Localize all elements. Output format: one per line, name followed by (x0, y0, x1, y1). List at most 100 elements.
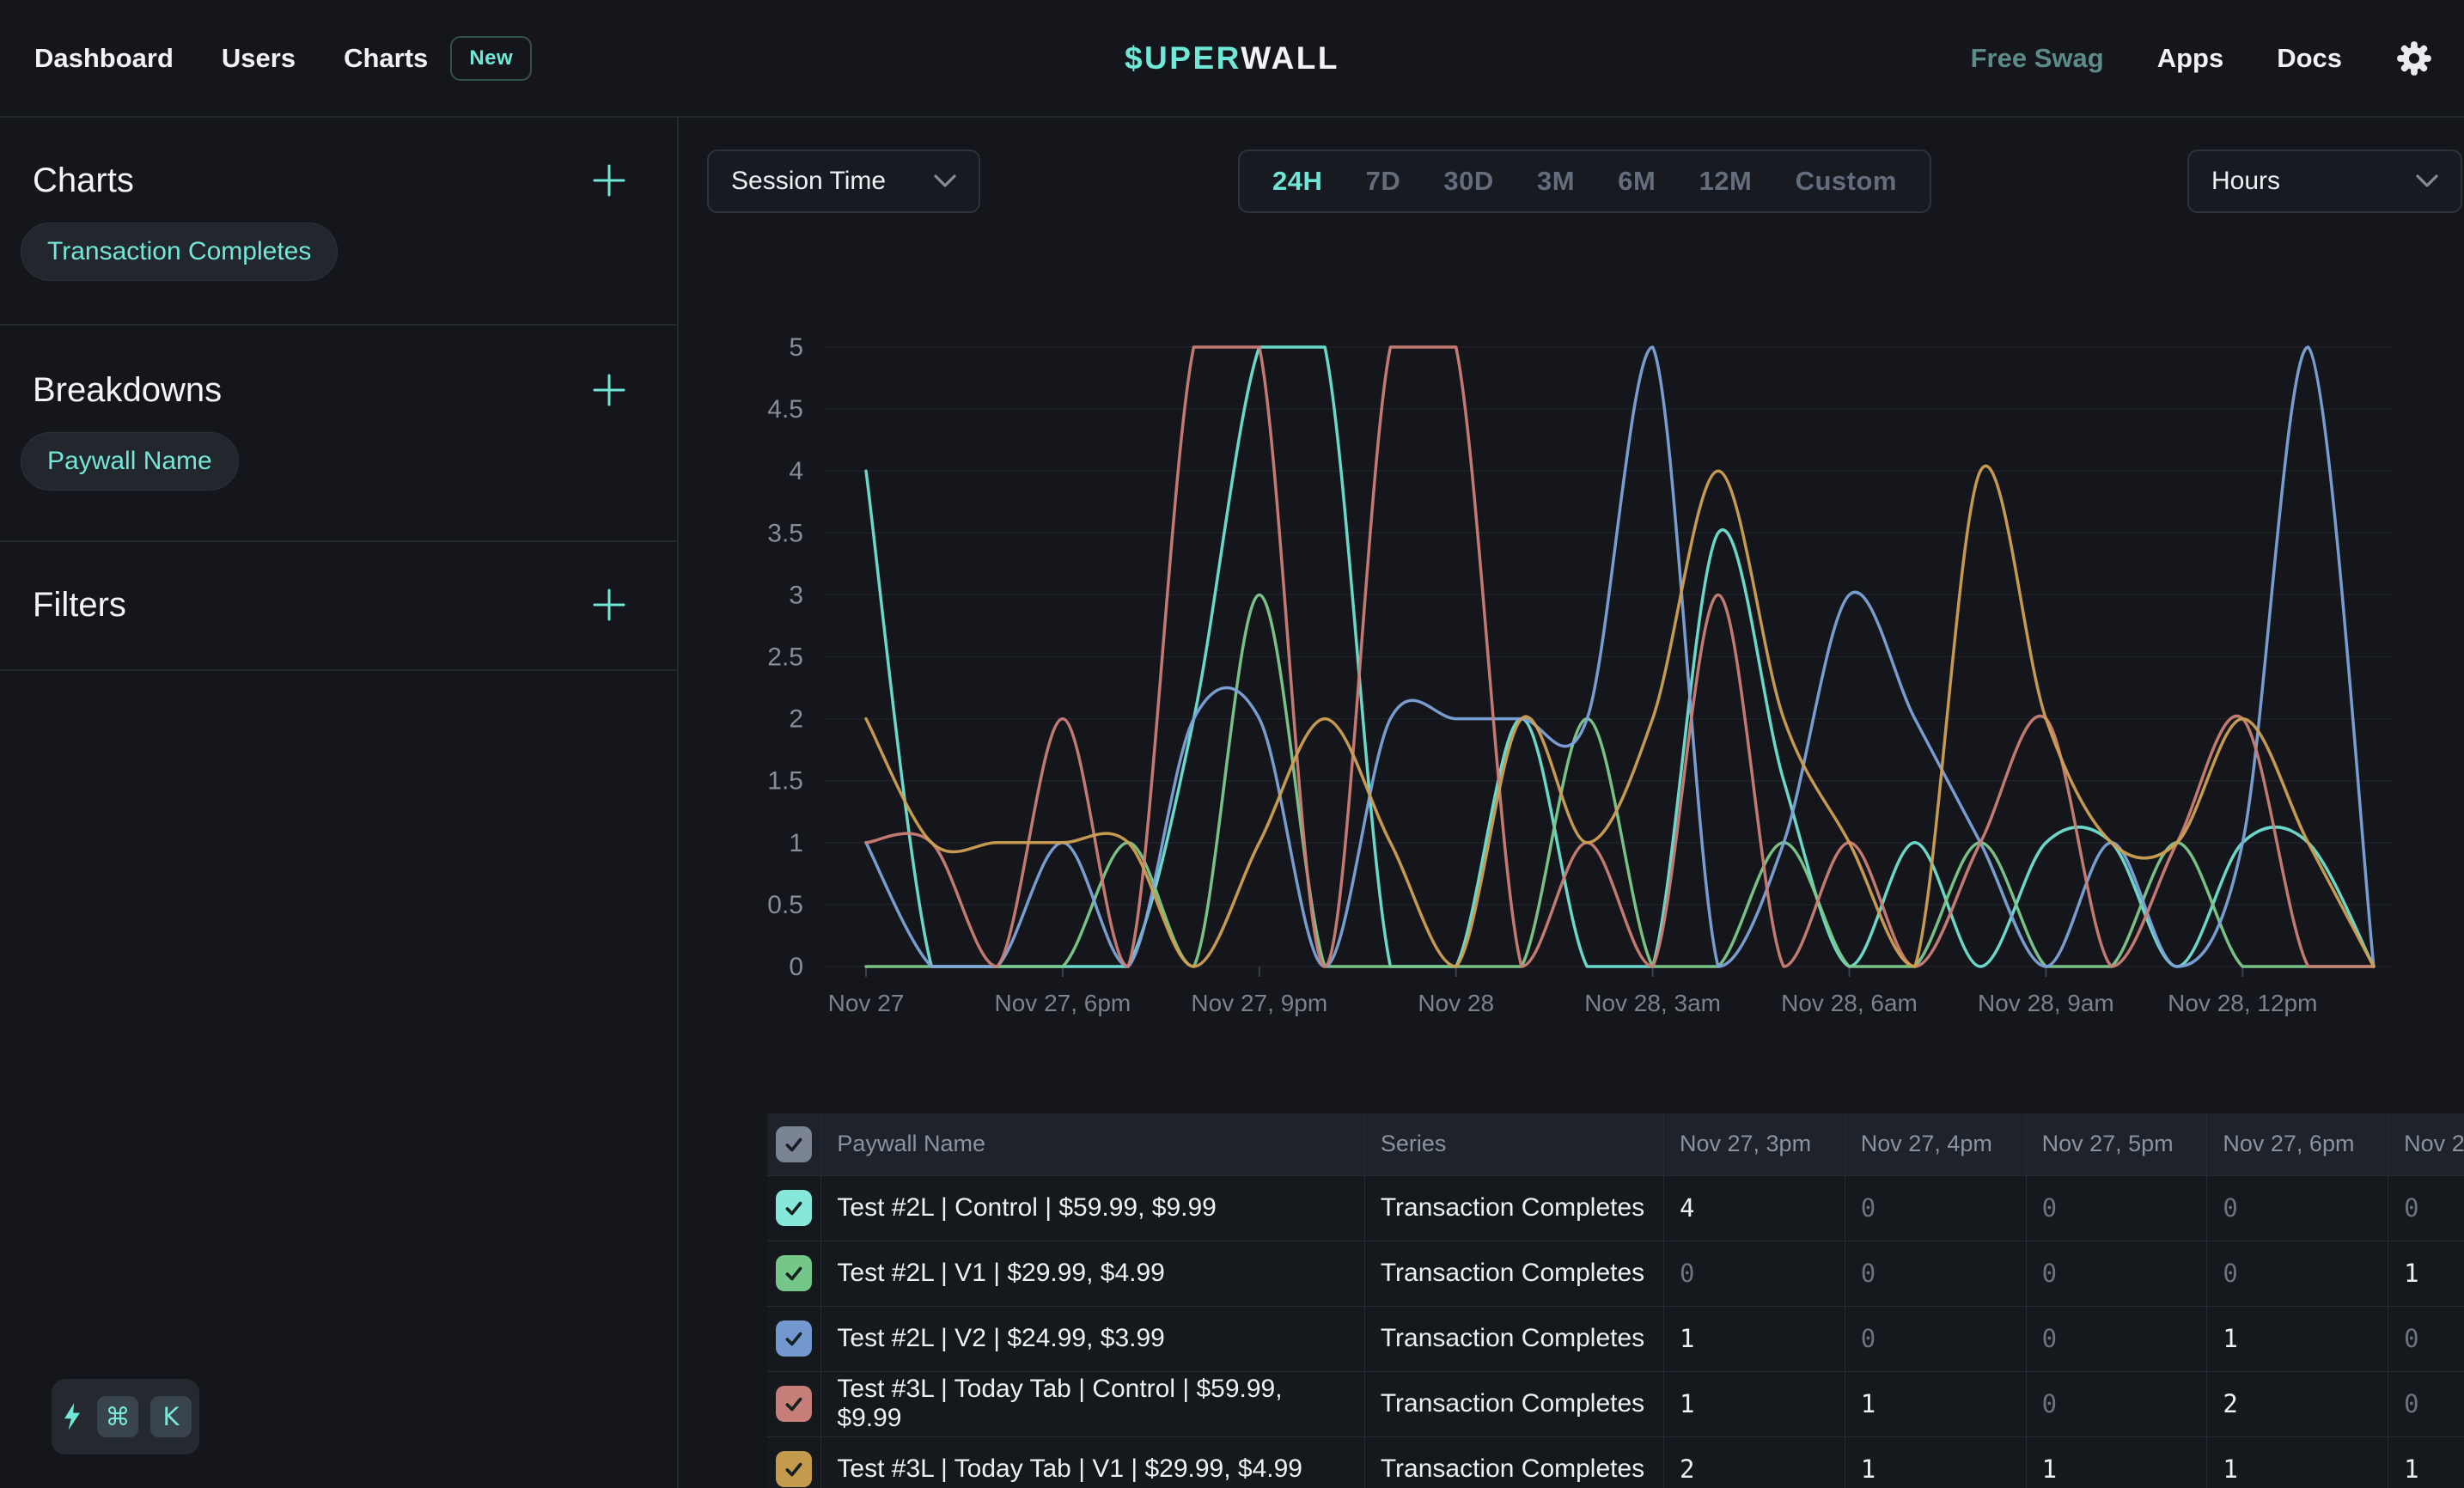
x-axis-label: Nov 28, 3am (1584, 990, 1721, 1016)
series-cell: Transaction Completes (1364, 1371, 1663, 1436)
column-header-time-4: Nov 27, 6pm (2207, 1113, 2388, 1175)
x-axis-label: Nov 27, 9pm (1191, 990, 1327, 1016)
add-breakdown-button[interactable] (589, 370, 629, 410)
table-row: Test #2L | V2 | $24.99, $3.99Transaction… (767, 1306, 2464, 1371)
value-cell: 1 (2223, 1324, 2237, 1353)
nav-item-dashboard[interactable]: Dashboard (34, 43, 174, 74)
nav-item-free-swag[interactable]: Free Swag (1971, 43, 2104, 74)
value-cell: 1 (1680, 1389, 1694, 1418)
paywall-name-cell: Test #2L | Control | $59.99, $9.99 (821, 1175, 1364, 1241)
y-axis-label: 3 (789, 581, 803, 609)
x-axis-label: Nov 28 (1418, 990, 1494, 1016)
value-cell: 0 (2042, 1389, 2057, 1418)
value-cell: 1 (2404, 1259, 2418, 1288)
y-axis-label: 0.5 (767, 891, 803, 919)
series-cell: Transaction Completes (1364, 1241, 1663, 1306)
y-axis-label: 2.5 (767, 643, 803, 672)
row-checkbox[interactable] (776, 1320, 812, 1357)
sidebar-section-breakdowns: Breakdowns Paywall Name (0, 324, 677, 540)
top-nav: Dashboard Users Charts New $UPERWALL Fre… (0, 0, 2464, 118)
y-axis-label: 4.5 (767, 395, 803, 424)
x-axis-label: Nov 28, 6am (1781, 990, 1918, 1016)
y-axis-label: 1 (789, 829, 803, 857)
range-tab-3m[interactable]: 3M (1537, 166, 1575, 197)
nav-charts-group: Charts New (344, 36, 532, 81)
value-cell: 0 (2404, 1389, 2418, 1418)
y-axis-label: 0 (789, 953, 803, 981)
value-cell: 0 (1861, 1259, 1875, 1288)
value-cell: 0 (2223, 1193, 2237, 1223)
charts-section-title: Charts (33, 162, 134, 200)
value-cell: 0 (2042, 1324, 2057, 1353)
line-chart[interactable]: 54.543.532.521.510.50Nov 27Nov 27, 6pmNo… (739, 335, 2423, 1040)
range-tab-6m[interactable]: 6M (1618, 166, 1656, 197)
row-checkbox[interactable] (776, 1386, 812, 1422)
range-tab-7d[interactable]: 7D (1366, 166, 1401, 197)
value-cell: 2 (1680, 1454, 1694, 1484)
y-axis-label: 2 (789, 705, 803, 734)
x-axis-label: Nov 27 (828, 990, 905, 1016)
chevron-down-icon (934, 174, 956, 188)
value-cell: 1 (1861, 1389, 1875, 1418)
value-cell: 0 (1861, 1324, 1875, 1353)
filters-section-title: Filters (33, 586, 126, 625)
superwall-logo[interactable]: $UPERWALL (1125, 40, 1339, 76)
value-cell: 0 (2223, 1259, 2237, 1288)
value-cell: 1 (1680, 1324, 1694, 1353)
breakdowns-section-title: Breakdowns (33, 371, 222, 410)
value-cell: 1 (2223, 1454, 2237, 1484)
range-tab-custom[interactable]: Custom (1796, 166, 1897, 197)
chevron-down-icon (2416, 174, 2438, 188)
command-palette-shortcut[interactable]: ⌘ K (52, 1379, 199, 1454)
unit-select-value: Hours (2211, 167, 2280, 196)
paywall-name-cell: Test #3L | Today Tab | Control | $59.99,… (821, 1371, 1364, 1436)
table-row: Test #2L | V1 | $29.99, $4.99Transaction… (767, 1241, 2464, 1306)
column-header-series: Series (1364, 1113, 1663, 1175)
row-checkbox[interactable] (776, 1255, 812, 1291)
range-tab-30d[interactable]: 30D (1443, 166, 1493, 197)
nav-item-users[interactable]: Users (222, 43, 296, 74)
x-axis-label: Nov 28, 12pm (2168, 990, 2317, 1016)
value-cell: 1 (2404, 1454, 2418, 1484)
row-checkbox[interactable] (776, 1190, 812, 1226)
add-chart-button[interactable] (589, 161, 629, 200)
value-cell: 1 (2042, 1454, 2057, 1484)
value-cell: 0 (1680, 1259, 1694, 1288)
column-header-time-3: Nov 27, 5pm (2026, 1113, 2207, 1175)
paywall-name-cell: Test #2L | V2 | $24.99, $3.99 (821, 1306, 1364, 1371)
unit-select[interactable]: Hours (2187, 149, 2462, 213)
breakdown-table: Paywall NameSeriesNov 27, 3pmNov 27, 4pm… (767, 1113, 2464, 1488)
nav-left-group: Dashboard Users Charts New (0, 36, 532, 81)
value-cell: 2 (2223, 1389, 2237, 1418)
row-checkbox[interactable] (776, 1451, 812, 1487)
range-tab-12m[interactable]: 12M (1699, 166, 1753, 197)
x-axis-label: Nov 28, 9am (1978, 990, 2114, 1016)
x-axis-label: Nov 27, 6pm (995, 990, 1131, 1016)
select-all-checkbox[interactable] (776, 1126, 812, 1162)
nav-item-docs[interactable]: Docs (2277, 43, 2342, 74)
value-cell: 0 (2404, 1193, 2418, 1223)
metric-select[interactable]: Session Time (707, 149, 980, 213)
table-row: Test #3L | Today Tab | Control | $59.99,… (767, 1371, 2464, 1436)
series-cell: Transaction Completes (1364, 1306, 1663, 1371)
nav-item-apps[interactable]: Apps (2157, 43, 2224, 74)
paywall-name-cell: Test #2L | V1 | $29.99, $4.99 (821, 1241, 1364, 1306)
y-axis-label: 3.5 (767, 519, 803, 547)
nav-right-group: Free Swag Apps Docs (1971, 40, 2464, 77)
table-row: Test #3L | Today Tab | V1 | $29.99, $4.9… (767, 1436, 2464, 1488)
value-cell: 4 (1680, 1193, 1694, 1223)
sidebar-section-filters: Filters (0, 540, 677, 671)
logo-accent-text: $UPER (1125, 40, 1241, 76)
nav-item-charts[interactable]: Charts (344, 43, 428, 74)
add-filter-button[interactable] (589, 585, 629, 625)
breakdown-pill-paywall-name[interactable]: Paywall Name (21, 432, 239, 491)
chart-pill-transaction-completes[interactable]: Transaction Completes (21, 223, 338, 281)
settings-gear-icon[interactable] (2395, 40, 2433, 77)
series-cell: Transaction Completes (1364, 1436, 1663, 1488)
k-key: K (150, 1396, 192, 1437)
sidebar-section-charts: Charts Transaction Completes (0, 118, 677, 324)
value-cell: 0 (2042, 1259, 2057, 1288)
sidebar: Charts Transaction Completes Breakdowns … (0, 118, 679, 1488)
value-cell: 0 (1861, 1193, 1875, 1223)
range-tab-24h[interactable]: 24H (1272, 166, 1322, 197)
